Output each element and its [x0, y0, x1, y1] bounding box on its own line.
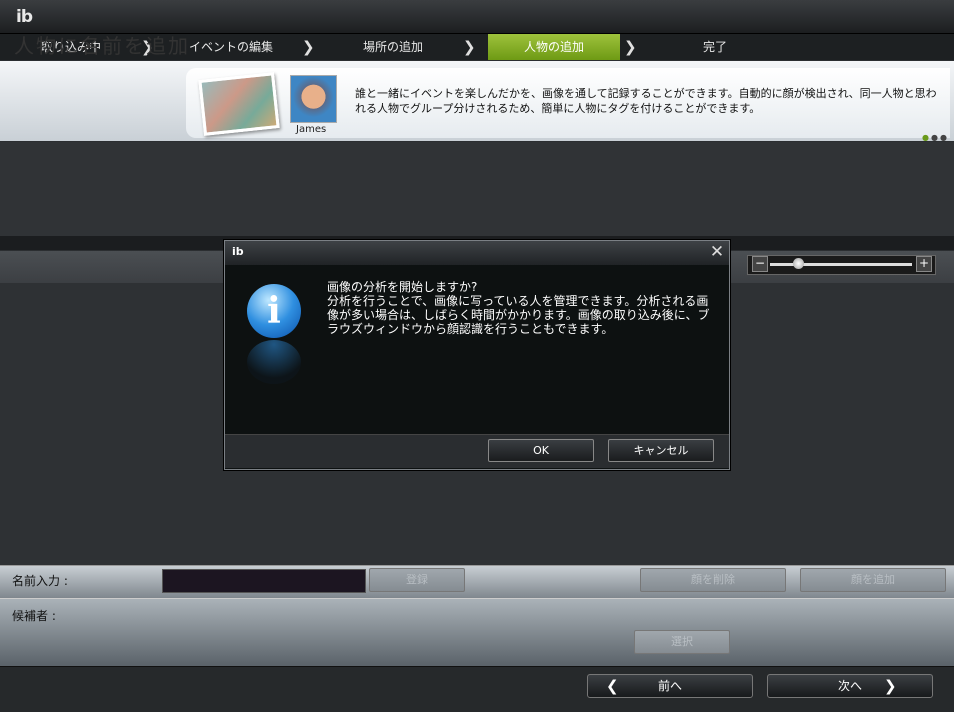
step-complete: 完了 — [702, 40, 727, 54]
zoom-in-button[interactable]: + — [916, 256, 932, 272]
app-logo: ib — [16, 7, 33, 27]
step-add-people: 人物の追加 — [488, 34, 620, 60]
chevron-left-icon: ❮ — [606, 677, 619, 695]
face-group-area — [0, 142, 954, 236]
title-bar — [0, 0, 954, 34]
chevron-right-icon: ❯ — [624, 38, 637, 56]
page-title: 人物に名前を追加 — [14, 34, 190, 58]
dialog-body: 分析を行うことで、画像に写っている人を管理できます。分析される画像が多い場合は、… — [327, 294, 710, 336]
candidates-label: 候補者 : — [12, 609, 56, 623]
sample-face-name: James — [296, 124, 327, 135]
dialog-title-bar — [225, 241, 729, 265]
prev-button[interactable]: ❮ 前へ — [587, 674, 753, 698]
next-button[interactable]: 次へ ❯ — [767, 674, 933, 698]
prev-button-label: 前へ — [657, 679, 682, 693]
register-button[interactable]: 登録 — [369, 568, 465, 592]
zoom-track[interactable] — [770, 263, 912, 266]
sample-face-thumbnail — [290, 75, 337, 123]
info-icon: i — [247, 284, 301, 338]
delete-face-button[interactable]: 顔を削除 — [640, 568, 786, 592]
chevron-right-icon: ❯ — [463, 38, 476, 56]
dialog-question: 画像の分析を開始しますか? — [327, 280, 478, 294]
close-icon[interactable]: ✕ — [707, 241, 727, 263]
dialog-title: ib — [232, 245, 244, 258]
name-input[interactable] — [162, 569, 366, 593]
ok-button[interactable]: OK — [488, 439, 594, 462]
chevron-right-icon: ❯ — [302, 38, 315, 56]
cancel-button[interactable]: キャンセル — [608, 439, 714, 462]
step-add-places: 場所の追加 — [362, 40, 423, 54]
chevron-right-icon: ❯ — [884, 677, 897, 695]
info-icon-reflection — [247, 340, 301, 384]
name-input-label: 名前入力 : — [12, 574, 68, 588]
banner-description: 誰と一緒にイベントを楽しんだかを、画像を通して記録することができます。自動的に顔… — [355, 87, 937, 115]
zoom-out-button[interactable]: − — [752, 256, 768, 272]
dialog-message: 画像の分析を開始しますか? 分析を行うことで、画像に写っている人を管理できます。… — [327, 280, 712, 336]
page-dots[interactable]: ●●● — [922, 133, 949, 142]
candidates-bar — [0, 598, 954, 667]
select-button[interactable]: 選択 — [634, 630, 730, 654]
next-button-label: 次へ — [837, 679, 862, 693]
sample-photo — [198, 72, 280, 136]
add-face-button[interactable]: 顔を追加 — [800, 568, 946, 592]
